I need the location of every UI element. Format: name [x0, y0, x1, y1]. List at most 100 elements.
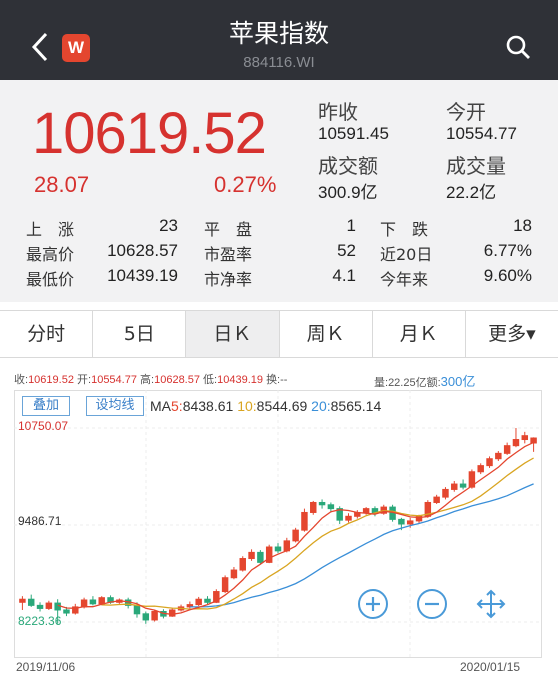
- fullscreen-icon[interactable]: [475, 588, 507, 620]
- x-label-end: 2020/01/15: [460, 660, 521, 674]
- tab-monthly-k[interactable]: 月Ｋ: [373, 311, 466, 357]
- candle-body: [230, 569, 238, 579]
- candle-body: [301, 511, 308, 531]
- ma5-value: 8438.61: [182, 398, 234, 414]
- vol-label: 量:: [374, 377, 389, 389]
- candle-body: [151, 611, 158, 621]
- candle-body: [345, 515, 352, 521]
- stat-label: 平 盘: [204, 220, 253, 239]
- stat-label: 近20日: [380, 245, 433, 264]
- current-price: 10619.52: [32, 101, 267, 166]
- period-tabs: 分时 5日 日Ｋ 周Ｋ 月Ｋ 更多▾: [0, 310, 558, 358]
- low-label: 低:: [203, 374, 218, 386]
- y-label-high: 10750.07: [18, 419, 69, 433]
- amt-label: 额:: [426, 377, 441, 389]
- open-value: 10554.77: [446, 124, 517, 143]
- turnover-label: 成交额: [318, 154, 378, 178]
- stat-value: 52: [337, 241, 356, 260]
- ma-legend: MA5:8438.61 10:8544.69 20:8565.14: [150, 398, 381, 414]
- candle-body: [433, 496, 440, 503]
- tab-daily-k[interactable]: 日Ｋ: [186, 311, 280, 357]
- candle-body: [133, 604, 141, 615]
- search-icon[interactable]: [505, 34, 531, 60]
- ma5-label: 5:: [171, 398, 183, 414]
- amt-value: 300亿: [440, 374, 476, 389]
- turnover-rate-value: --: [280, 374, 288, 386]
- candle-body: [63, 609, 70, 614]
- stat-value: 23: [159, 216, 178, 235]
- tab-intraday[interactable]: 分时: [0, 311, 94, 357]
- candle-body: [477, 465, 484, 473]
- candle-body: [398, 518, 405, 525]
- stat-label: 最高价: [26, 245, 75, 264]
- prev-close-value: 10591.45: [318, 124, 389, 143]
- candle-body: [503, 445, 511, 454]
- candle-body: [292, 529, 299, 542]
- zoom-in-icon[interactable]: [357, 588, 389, 620]
- page-title: 苹果指数: [228, 19, 329, 48]
- turnover-rate-label: 换:: [266, 374, 281, 386]
- vol-value: 22.25亿: [388, 377, 427, 389]
- candle-body: [521, 435, 529, 441]
- candle-body: [318, 501, 326, 506]
- stats-row: 最高价 10628.57 市盈率 52 近20日 6.77%: [0, 241, 558, 265]
- ma10-label: 10:: [237, 398, 257, 414]
- stat-label: 下 跌: [380, 220, 429, 239]
- open-label: 开:: [77, 374, 92, 386]
- stats-row: 最低价 10439.19 市净率 4.1 今年来 9.60%: [0, 266, 558, 290]
- zoom-out-icon[interactable]: [416, 588, 448, 620]
- candle-body: [274, 546, 282, 552]
- high-value: 10628.57: [154, 374, 200, 386]
- candle-body: [459, 483, 467, 488]
- volume-amount: 量:22.25亿额:300亿: [374, 371, 475, 390]
- stats-row: 上 涨 23 平 盘 1 下 跌 18: [0, 216, 558, 240]
- candle-body: [486, 458, 493, 467]
- tab-weekly-k[interactable]: 周Ｋ: [280, 311, 373, 357]
- candle-body: [451, 483, 458, 490]
- low-value: 10439.19: [217, 374, 263, 386]
- stat-label: 市盈率: [204, 245, 253, 264]
- close-value: 10619.52: [28, 374, 74, 386]
- candle-body: [248, 551, 255, 560]
- stat-label: 市净率: [204, 270, 253, 289]
- candle-body: [169, 609, 176, 617]
- overlay-button[interactable]: 叠加: [22, 396, 70, 416]
- high-label: 高:: [140, 374, 155, 386]
- stat-label: 上 涨: [26, 220, 75, 239]
- y-label-low: 8223.36: [18, 614, 62, 628]
- stat-value: 6.77%: [483, 241, 532, 260]
- candle-body: [45, 602, 53, 609]
- open-value: 10554.77: [91, 374, 137, 386]
- candle-body: [54, 602, 61, 611]
- stat-label: 今年来: [380, 270, 429, 289]
- candle-body: [512, 439, 520, 447]
- candle-info-line: 收:10619.52 开:10554.77 高:10628.57 低:10439…: [14, 371, 475, 389]
- tab-5day[interactable]: 5日: [93, 311, 187, 357]
- stat-value: 10439.19: [107, 266, 178, 285]
- stat-value: 18: [513, 216, 532, 235]
- set-ma-button[interactable]: 设均线: [86, 396, 144, 416]
- candle-body: [495, 452, 502, 460]
- turnover-value: 300.9亿: [318, 183, 378, 202]
- ma10-value: 8544.69: [256, 398, 308, 414]
- candle-body: [89, 599, 97, 605]
- candlestick-chart[interactable]: [14, 390, 542, 658]
- candle-body: [27, 598, 35, 606]
- app-header: W 苹果指数 884116.WI: [0, 0, 558, 80]
- candle-body: [257, 551, 264, 563]
- stat-value: 1: [346, 216, 356, 235]
- stat-value: 10628.57: [107, 241, 178, 260]
- ma-prefix: MA: [150, 398, 171, 414]
- y-label-mid: 9486.71: [18, 514, 62, 528]
- candle-body: [406, 520, 414, 525]
- open-label: 今开: [446, 100, 486, 124]
- candle-body: [142, 613, 150, 621]
- candle-body: [204, 598, 211, 603]
- tab-more[interactable]: 更多▾: [466, 311, 558, 357]
- price-change-percent: 0.27%: [214, 172, 277, 197]
- candle-body: [36, 604, 44, 609]
- candle-body: [362, 508, 370, 513]
- candle-body: [239, 558, 246, 571]
- candle-body: [195, 598, 202, 606]
- candle-body: [530, 437, 537, 444]
